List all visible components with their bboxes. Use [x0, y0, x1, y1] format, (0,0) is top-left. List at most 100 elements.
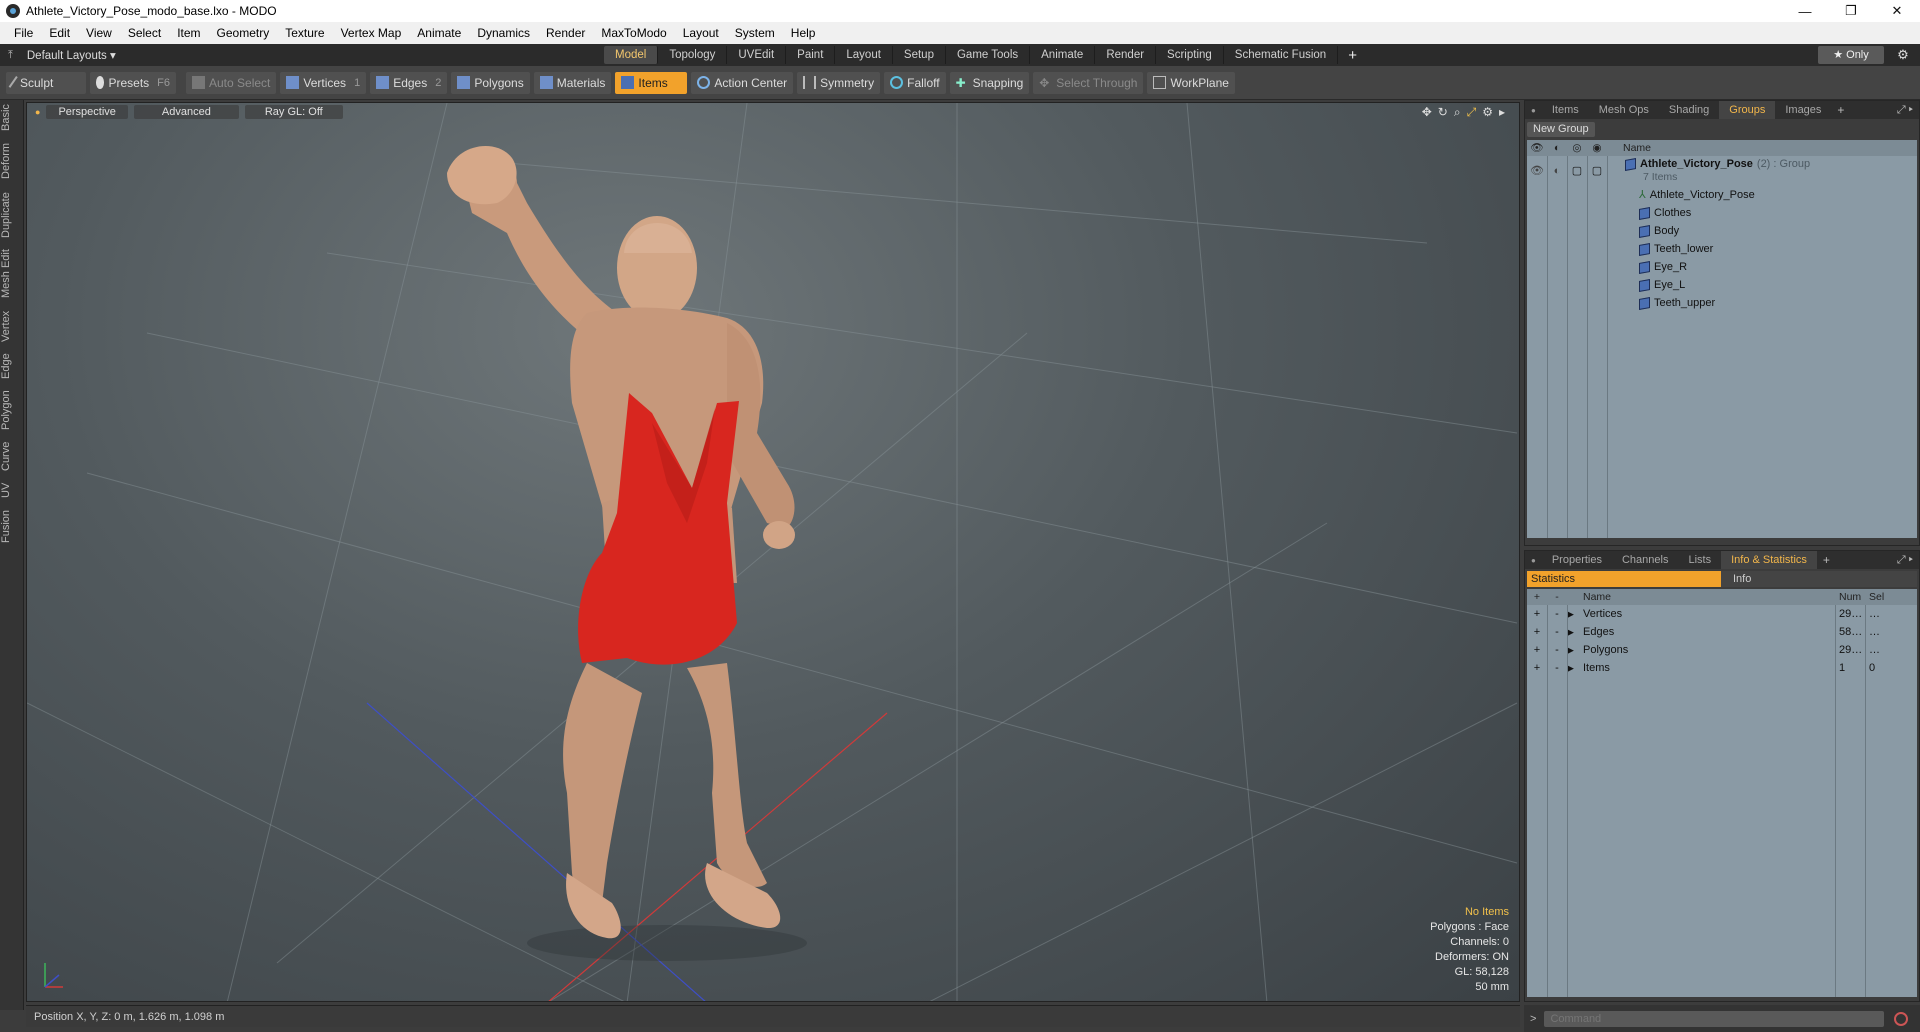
layout-up-icon[interactable]: ⤒: [8, 49, 13, 62]
subtab-statistics[interactable]: Statistics: [1527, 571, 1721, 587]
action-center-button[interactable]: Action Center: [691, 71, 794, 94]
stat-row-polygons[interactable]: + - ▶ Polygons 29… …: [1527, 641, 1917, 659]
group-visibility-icon[interactable]: 👁: [1527, 158, 1547, 180]
row-plus-icon[interactable]: +: [1527, 659, 1547, 677]
settings-icon[interactable]: ⚙: [1482, 105, 1493, 120]
left-tab-edge[interactable]: Edge: [0, 348, 24, 384]
menu-vertex-map[interactable]: Vertex Map: [333, 22, 410, 44]
group-row[interactable]: 👁 ◐ ▢ ▢ Athlete_Victory_Pose (2) : Group…: [1527, 156, 1917, 186]
tab-images[interactable]: Images: [1775, 101, 1831, 119]
tab-schematic-fusion[interactable]: Schematic Fusion: [1224, 46, 1339, 64]
tab-groups[interactable]: Groups: [1719, 101, 1776, 119]
raygl-button[interactable]: Ray GL: Off: [244, 105, 343, 119]
zoom-icon[interactable]: ⌕: [1454, 105, 1461, 120]
menu-animate[interactable]: Animate: [409, 22, 469, 44]
new-group-button[interactable]: New Group: [1527, 122, 1595, 137]
panel-expand-icon[interactable]: ⤢ ▸: [1897, 554, 1919, 567]
viewport-menu-dot[interactable]: ●: [35, 107, 40, 117]
tree-item-teeth-upper[interactable]: Teeth_upper: [1527, 294, 1917, 312]
edges-button[interactable]: Edges 2: [370, 71, 448, 94]
tab-setup[interactable]: Setup: [893, 46, 946, 64]
3d-viewport[interactable]: ● Perspective Advanced Ray GL: Off ✥ ↻ ⌕…: [26, 102, 1520, 1002]
materials-button[interactable]: Materials: [533, 71, 612, 94]
vertices-button[interactable]: Vertices 1: [280, 71, 367, 94]
panel-expand-icon[interactable]: ⤢ ▸: [1897, 104, 1919, 117]
expand-all-icon[interactable]: +: [1527, 589, 1547, 605]
left-tab-duplicate[interactable]: Duplicate: [0, 186, 24, 244]
workplane-button[interactable]: WorkPlane: [1147, 71, 1235, 94]
auto-select-button[interactable]: Auto Select: [186, 71, 277, 94]
stat-row-items[interactable]: + - ▶ Items 1 0: [1527, 659, 1917, 677]
pan-icon[interactable]: ✥: [1422, 105, 1432, 120]
close-button[interactable]: ✕: [1874, 0, 1920, 22]
add-panel-tab-icon[interactable]: +: [1831, 103, 1850, 117]
left-tab-mesh-edit[interactable]: Mesh Edit: [0, 244, 24, 304]
menu-help[interactable]: Help: [783, 22, 824, 44]
tab-uvedit[interactable]: UVEdit: [727, 46, 787, 64]
tab-mesh-ops[interactable]: Mesh Ops: [1589, 101, 1659, 119]
row-plus-icon[interactable]: +: [1527, 641, 1547, 659]
subtab-info[interactable]: Info: [1721, 571, 1917, 587]
minimize-button[interactable]: —: [1782, 0, 1828, 22]
stat-row-edges[interactable]: + - ▶ Edges 58… …: [1527, 623, 1917, 641]
tab-layout[interactable]: Layout: [835, 46, 893, 64]
sculpt-button[interactable]: Sculpt: [6, 71, 86, 94]
left-tab-curve[interactable]: Curve: [0, 436, 24, 476]
collapse-all-icon[interactable]: -: [1547, 589, 1567, 605]
tree-item-clothes[interactable]: Clothes: [1527, 204, 1917, 222]
tab-shading[interactable]: Shading: [1659, 101, 1719, 119]
menu-item[interactable]: Item: [169, 22, 208, 44]
tab-items[interactable]: Items: [1542, 101, 1589, 119]
tree-item-eye-r[interactable]: Eye_R: [1527, 258, 1917, 276]
viewport-expand-icon[interactable]: ▸: [1499, 105, 1505, 120]
only-button[interactable]: ★ Only: [1818, 46, 1884, 64]
left-tab-uv[interactable]: UV: [0, 476, 24, 504]
group-lock-checkbox[interactable]: ▢: [1567, 158, 1587, 180]
tree-item-athlete-victory-pose[interactable]: ⅄ Athlete_Victory_Pose: [1527, 186, 1917, 204]
maximize-button[interactable]: ❐: [1828, 0, 1874, 22]
left-tab-deform[interactable]: Deform: [0, 136, 24, 186]
items-button[interactable]: Items: [615, 71, 688, 94]
symmetry-button[interactable]: Symmetry: [797, 71, 881, 94]
presets-button[interactable]: Presets F6: [90, 71, 176, 94]
tab-render[interactable]: Render: [1095, 46, 1157, 64]
left-tab-fusion[interactable]: Fusion: [0, 504, 24, 548]
row-plus-icon[interactable]: +: [1527, 605, 1547, 623]
tab-topology[interactable]: Topology: [658, 46, 728, 64]
group-select-checkbox[interactable]: ▢: [1587, 158, 1607, 180]
tab-paint[interactable]: Paint: [786, 46, 836, 64]
advanced-button[interactable]: Advanced: [133, 105, 239, 119]
tab-game-tools[interactable]: Game Tools: [946, 46, 1031, 64]
left-tab-basic[interactable]: Basic: [0, 100, 24, 136]
row-expand-icon[interactable]: ▶: [1567, 605, 1579, 623]
menu-layout[interactable]: Layout: [675, 22, 727, 44]
falloff-button[interactable]: Falloff: [884, 71, 946, 94]
perspective-button[interactable]: Perspective: [46, 105, 128, 119]
tab-properties[interactable]: Properties: [1542, 551, 1612, 569]
polygons-button[interactable]: Polygons: [451, 71, 530, 94]
left-tab-polygon[interactable]: Polygon: [0, 384, 24, 436]
fit-icon[interactable]: ⤢: [1467, 105, 1477, 120]
panel-menu-dot[interactable]: ●: [1525, 556, 1542, 565]
menu-edit[interactable]: Edit: [41, 22, 78, 44]
tab-animate[interactable]: Animate: [1030, 46, 1096, 64]
tab-scripting[interactable]: Scripting: [1156, 46, 1224, 64]
gear-icon[interactable]: ⚙: [1894, 46, 1912, 64]
snapping-button[interactable]: ✚ Snapping: [949, 71, 1030, 94]
row-expand-icon[interactable]: ▶: [1567, 623, 1579, 641]
menu-maxtomodo[interactable]: MaxToModo: [593, 22, 674, 44]
row-minus-icon[interactable]: -: [1547, 659, 1567, 677]
menu-geometry[interactable]: Geometry: [209, 22, 278, 44]
menu-texture[interactable]: Texture: [277, 22, 332, 44]
tree-item-eye-l[interactable]: Eye_L: [1527, 276, 1917, 294]
menu-view[interactable]: View: [78, 22, 120, 44]
default-layouts-dropdown[interactable]: Default Layouts ▾: [27, 48, 116, 62]
menu-select[interactable]: Select: [120, 22, 169, 44]
tree-item-teeth-lower[interactable]: Teeth_lower: [1527, 240, 1917, 258]
tab-channels[interactable]: Channels: [1612, 551, 1678, 569]
panel-menu-dot[interactable]: ●: [1525, 106, 1542, 115]
tab-info-statistics[interactable]: Info & Statistics: [1721, 551, 1817, 569]
select-through-button[interactable]: ✥ Select Through: [1033, 71, 1144, 94]
row-expand-icon[interactable]: ▶: [1567, 659, 1579, 677]
menu-render[interactable]: Render: [538, 22, 593, 44]
